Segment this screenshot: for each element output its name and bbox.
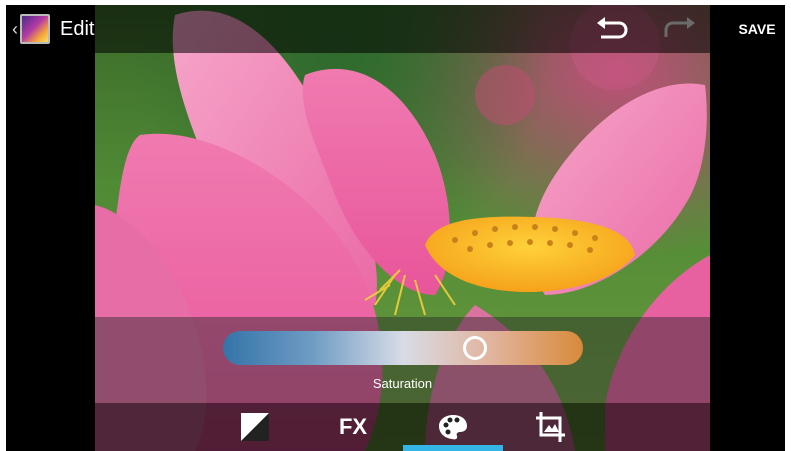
selected-tab-indicator: [403, 445, 503, 451]
editor-screen: ‹ Edit SAVE Saturation FX: [6, 5, 785, 451]
palette-icon: [439, 415, 467, 440]
exposure-tool[interactable]: [225, 403, 285, 451]
page-title: Edit: [60, 17, 95, 40]
undo-button[interactable]: [590, 5, 634, 53]
crop-tool[interactable]: [521, 403, 581, 451]
crop-icon: [536, 412, 565, 442]
fx-tool[interactable]: FX: [323, 403, 383, 451]
redo-icon: [664, 17, 695, 37]
bottom-toolbar: FX: [6, 403, 785, 451]
saturation-slider[interactable]: [223, 331, 583, 365]
save-button[interactable]: SAVE: [732, 5, 782, 53]
up-caret-icon[interactable]: ‹: [12, 19, 18, 40]
adjustment-panel: Saturation: [95, 317, 710, 403]
slider-label: Saturation: [372, 376, 433, 391]
color-tool[interactable]: [403, 403, 503, 451]
undo-icon: [597, 17, 628, 39]
redo-button[interactable]: [658, 5, 702, 53]
slider-thumb[interactable]: [462, 336, 487, 360]
app-icon[interactable]: [20, 14, 50, 44]
exposure-icon: [241, 413, 269, 441]
action-bar: ‹ Edit SAVE: [6, 5, 785, 53]
